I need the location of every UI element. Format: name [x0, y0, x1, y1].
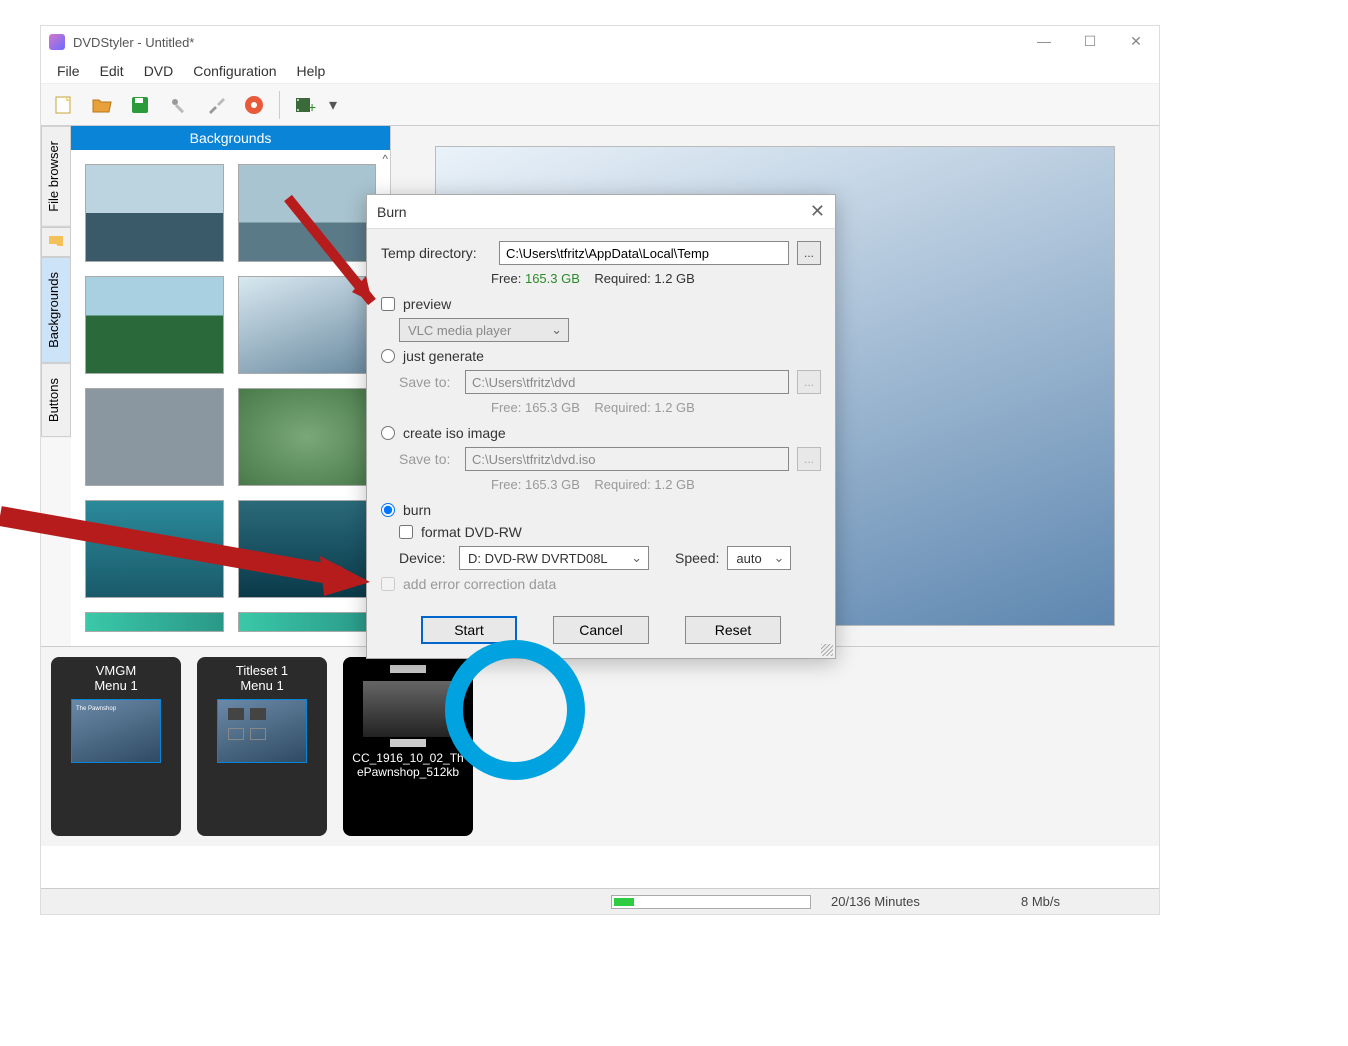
preferences-button[interactable] [161, 88, 195, 122]
device-select[interactable]: D: DVD-RW DVRTD08L [459, 546, 649, 570]
statusbar: 20/136 Minutes 8 Mb/s [41, 888, 1159, 914]
saveto-iso-label: Save to: [399, 451, 457, 467]
menu-help[interactable]: Help [287, 60, 336, 82]
bg-thumb[interactable] [85, 388, 224, 486]
scroll-up-icon[interactable]: ^ [382, 152, 388, 166]
tab-backgrounds[interactable]: Backgrounds [41, 257, 71, 363]
save-button[interactable] [123, 88, 157, 122]
dialog-titlebar: Burn ✕ [367, 195, 835, 229]
temp-dir-browse-button[interactable]: ... [797, 241, 821, 265]
titlebar: DVDStyler - Untitled* — ☐ ✕ [41, 26, 1159, 58]
video-thumb [363, 681, 453, 737]
temp-free-row: Free: 165.3 GB Required: 1.2 GB [491, 271, 821, 286]
saveto-dvd-input [465, 370, 789, 394]
temp-dir-input[interactable] [499, 241, 789, 265]
tab-file-browser[interactable]: File browser [41, 126, 71, 227]
menubar: File Edit DVD Configuration Help [41, 58, 1159, 84]
menu-dvd[interactable]: DVD [134, 60, 184, 82]
preview-label: preview [403, 296, 451, 312]
bg-thumb[interactable] [85, 612, 224, 632]
status-minutes: 20/136 Minutes [831, 894, 991, 909]
bg-thumb[interactable] [85, 164, 224, 262]
annotation-arrow-icon [278, 188, 398, 328]
burn-dialog: Burn ✕ Temp directory: ... Free: 165.3 G… [366, 194, 836, 659]
speed-label: Speed: [675, 550, 719, 566]
add-video-button[interactable]: + [288, 88, 322, 122]
preview-player-select[interactable]: VLC media player [399, 318, 569, 342]
bg-thumb[interactable] [238, 388, 377, 486]
window-title: DVDStyler - Untitled* [73, 35, 194, 50]
backgrounds-header: Backgrounds [71, 126, 390, 150]
just-generate-label: just generate [403, 348, 484, 364]
bg-thumb[interactable] [238, 612, 377, 632]
burn-radio[interactable] [381, 503, 395, 517]
minimize-button[interactable]: — [1021, 26, 1067, 56]
titleset-title: Titleset 1 [236, 663, 288, 678]
app-logo-icon [49, 34, 65, 50]
add-video-dropdown[interactable]: ▾ [326, 88, 340, 122]
cancel-button[interactable]: Cancel [553, 616, 649, 644]
timeline-video[interactable]: CC_1916_10_02_ThePawnshop_512kb [343, 657, 473, 836]
new-project-button[interactable] [47, 88, 81, 122]
annotation-arrow-icon [0, 496, 380, 606]
video-name: CC_1916_10_02_ThePawnshop_512kb [347, 749, 469, 782]
resize-grip-icon[interactable] [821, 644, 833, 656]
ecc-label: add error correction data [403, 576, 556, 592]
format-dvdrw-label: format DVD-RW [421, 524, 522, 540]
speed-select[interactable]: auto [727, 546, 791, 570]
burn-button[interactable] [237, 88, 271, 122]
vmgm-menu: Menu 1 [94, 678, 137, 693]
dialog-close-button[interactable]: ✕ [810, 201, 825, 222]
create-iso-label: create iso image [403, 425, 506, 441]
titleset-menu: Menu 1 [240, 678, 283, 693]
saveto-iso-browse-button: ... [797, 447, 821, 471]
gen-free-row: Free: 165.3 GB Required: 1.2 GB [491, 400, 821, 415]
format-dvdrw-checkbox[interactable] [399, 525, 413, 539]
create-iso-radio[interactable] [381, 426, 395, 440]
usage-progress [611, 895, 811, 909]
close-window-button[interactable]: ✕ [1113, 26, 1159, 56]
just-generate-radio[interactable] [381, 349, 395, 363]
iso-free-row: Free: 165.3 GB Required: 1.2 GB [491, 477, 821, 492]
open-button[interactable] [85, 88, 119, 122]
saveto-dvd-browse-button: ... [797, 370, 821, 394]
tab-buttons[interactable]: Buttons [41, 363, 71, 437]
vmgm-thumb: The Pawnshop [71, 699, 161, 763]
burn-label: burn [403, 502, 431, 518]
svg-text:+: + [308, 99, 316, 115]
maximize-button[interactable]: ☐ [1067, 26, 1113, 56]
start-button[interactable]: Start [421, 616, 517, 644]
toolbar: + ▾ [41, 84, 1159, 126]
timeline-titleset[interactable]: Titleset 1 Menu 1 [197, 657, 327, 836]
vmgm-title: VMGM [96, 663, 136, 678]
saveto-dvd-label: Save to: [399, 374, 457, 390]
device-label: Device: [399, 550, 451, 566]
menu-configuration[interactable]: Configuration [183, 60, 286, 82]
tab-folder-icon[interactable] [41, 227, 71, 257]
saveto-iso-input [465, 447, 789, 471]
status-bitrate: 8 Mb/s [1021, 894, 1060, 909]
timeline-vmgm[interactable]: VMGM Menu 1 The Pawnshop [51, 657, 181, 836]
titleset-thumb [217, 699, 307, 763]
menu-edit[interactable]: Edit [90, 60, 134, 82]
timeline: VMGM Menu 1 The Pawnshop Titleset 1 Menu… [41, 646, 1159, 846]
ecc-checkbox [381, 577, 395, 591]
menu-file[interactable]: File [47, 60, 90, 82]
bg-thumb[interactable] [85, 276, 224, 374]
reset-button[interactable]: Reset [685, 616, 781, 644]
tools-button[interactable] [199, 88, 233, 122]
